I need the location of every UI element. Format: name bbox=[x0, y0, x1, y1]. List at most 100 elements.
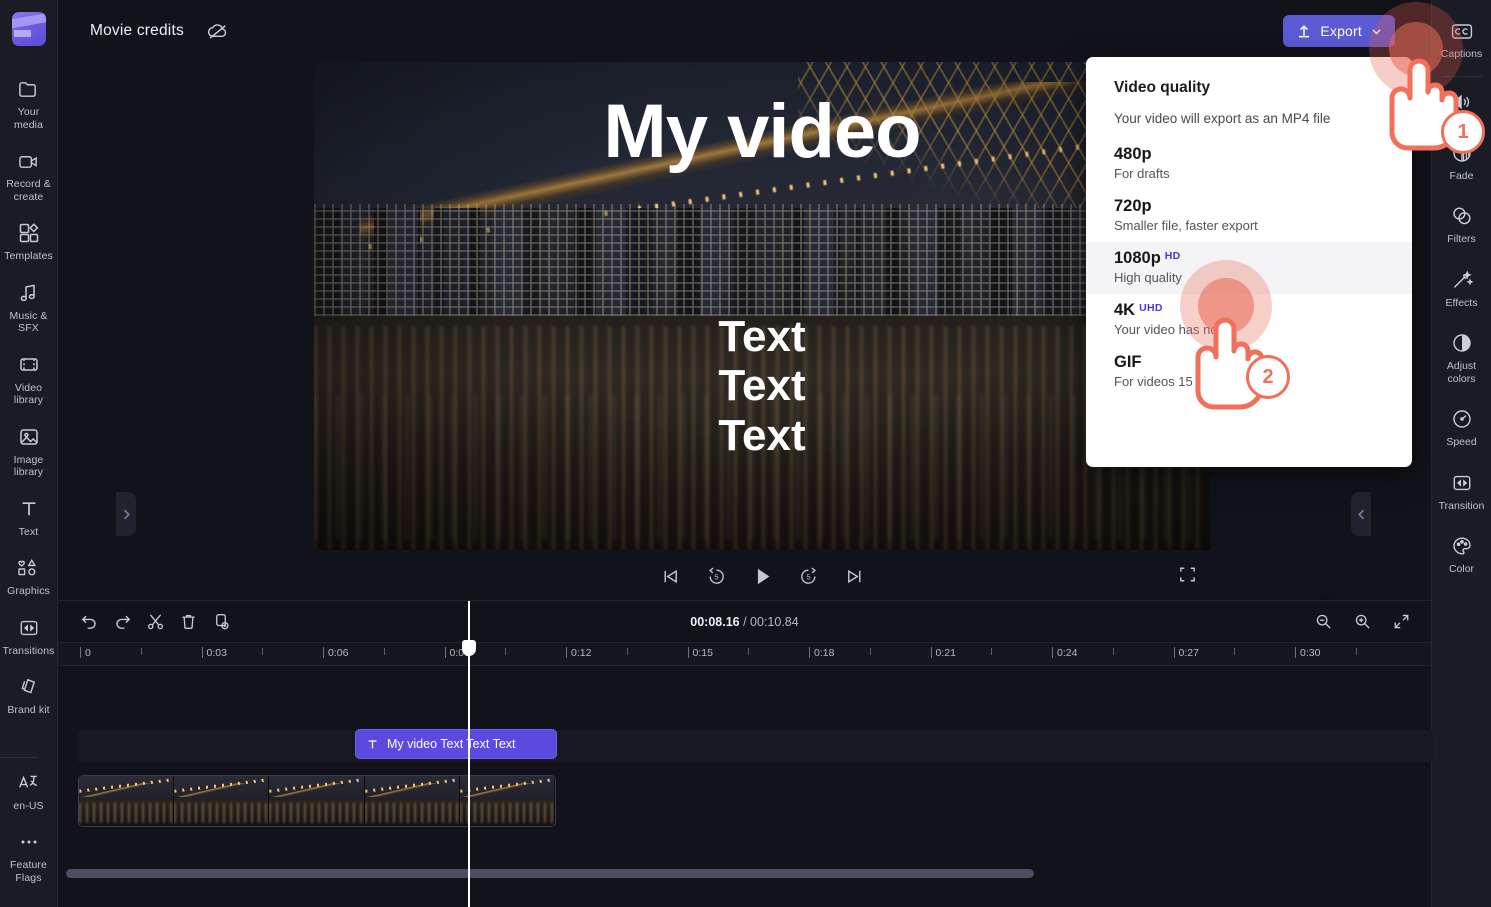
right-item-label: Transition bbox=[1438, 499, 1485, 512]
overlay-title-text[interactable]: My video bbox=[314, 92, 1210, 172]
clipchamp-editor: Your media Record & create Templates Mus… bbox=[0, 0, 1491, 907]
export-option-description: Your video has no 4 bbox=[1114, 322, 1229, 337]
right-item-label: Speed bbox=[1446, 436, 1477, 448]
sidebar-item-templates[interactable]: Templates bbox=[0, 212, 57, 272]
timeline-horizontal-scrollbar[interactable] bbox=[66, 869, 1034, 878]
ruler-tick-label: 0:03 bbox=[206, 647, 227, 659]
right-item-filters[interactable]: Filters bbox=[1432, 193, 1491, 257]
play-button[interactable] bbox=[748, 562, 776, 590]
left-sidebar-items: Your media Record & create Templates Mus… bbox=[0, 68, 57, 747]
project-title[interactable]: Movie credits bbox=[90, 22, 184, 40]
fullscreen-button[interactable] bbox=[1173, 560, 1201, 588]
time-display: 00:08.16 / 00:10.84 bbox=[58, 615, 1431, 629]
rewind-5-icon[interactable]: 5 bbox=[702, 562, 730, 590]
clipchamp-logo-icon[interactable] bbox=[11, 12, 46, 46]
language-icon bbox=[16, 771, 42, 795]
skip-to-start-icon[interactable] bbox=[656, 562, 684, 590]
time-separator: / bbox=[739, 614, 751, 629]
timeline-clip-text[interactable]: My video Text Text Text bbox=[355, 729, 557, 759]
ruler-tick-label: 0:30 bbox=[1300, 647, 1321, 659]
collapse-left-panel-button[interactable] bbox=[116, 492, 136, 536]
export-option-label: 4K bbox=[1114, 301, 1136, 319]
divider bbox=[1441, 75, 1482, 77]
ruler-tick-label: 0:06 bbox=[328, 647, 349, 659]
right-item-adjust-colors[interactable]: Adjust colors bbox=[1432, 320, 1491, 396]
export-option-gif[interactable]: GIF For videos 15 seconds or less bbox=[1086, 346, 1412, 398]
palette-icon bbox=[1449, 534, 1475, 558]
sidebar-item-graphics[interactable]: Graphics bbox=[0, 547, 57, 607]
current-time: 00:08.16 bbox=[690, 614, 740, 629]
sidebar-item-feature-flags[interactable]: Feature Flags bbox=[0, 821, 57, 893]
sidebar-item-brand-kit[interactable]: Brand kit bbox=[0, 666, 57, 726]
sidebar-item-transitions[interactable]: Transitions bbox=[0, 607, 57, 667]
right-item-label: Fade bbox=[1449, 169, 1474, 182]
export-quality-menu: Video quality Your video will export as … bbox=[1086, 57, 1412, 467]
left-sidebar: Your media Record & create Templates Mus… bbox=[0, 0, 58, 907]
split-button[interactable] bbox=[140, 607, 170, 637]
sidebar-item-record-create[interactable]: Record & create bbox=[0, 140, 57, 212]
delete-button[interactable] bbox=[173, 607, 203, 637]
export-option-badge: HD bbox=[1164, 250, 1181, 262]
timeline-ruler[interactable]: 0 0:03 0:06 0:09 0:12 0:15 0:18 0:21 0:24 0:27 0:3… bbox=[58, 642, 1431, 666]
right-item-color[interactable]: Color bbox=[1432, 523, 1491, 587]
sidebar-item-music-sfx[interactable]: Music & SFX bbox=[0, 272, 57, 344]
timeline-panel: 00:08.16 / 00:10.84 0 0:03 0:06 0:09 0:12 0:1… bbox=[58, 600, 1433, 907]
collapse-right-panel-button[interactable] bbox=[1351, 492, 1371, 536]
duplicate-button[interactable] bbox=[206, 607, 236, 637]
right-item-speed[interactable]: Speed bbox=[1432, 396, 1491, 460]
export-option-4k[interactable]: 4K UHD Your video has no 4 bbox=[1086, 294, 1412, 346]
effects-wand-icon bbox=[1449, 268, 1475, 292]
ruler-tick-label: 0 bbox=[85, 647, 91, 659]
right-item-effects[interactable]: Effects bbox=[1432, 257, 1491, 321]
chevron-right-icon bbox=[123, 509, 130, 519]
forward-5-icon[interactable]: 5 bbox=[794, 562, 822, 590]
ruler-tick-label: 0:18 bbox=[814, 647, 835, 659]
clip-thumbnail bbox=[459, 776, 555, 826]
undo-button[interactable] bbox=[74, 607, 104, 637]
sidebar-item-text[interactable]: Text bbox=[0, 488, 57, 548]
sidebar-item-label: Image library bbox=[13, 453, 44, 479]
sidebar-item-label: Brand kit bbox=[7, 704, 50, 716]
menu-options: 480p For drafts 720p Smaller file, faster e… bbox=[1086, 138, 1412, 398]
timeline-toolbar: 00:08.16 / 00:10.84 bbox=[58, 601, 1431, 642]
right-item-volume[interactable] bbox=[1432, 79, 1491, 130]
overlay-line: Text bbox=[718, 361, 806, 411]
right-item-fade[interactable]: Fade bbox=[1432, 130, 1491, 194]
timeline-tracks: My video Text Text Text bbox=[58, 666, 1433, 884]
cc-icon bbox=[1449, 19, 1475, 43]
divider bbox=[0, 756, 38, 758]
cloud-off-icon[interactable] bbox=[206, 21, 230, 41]
video-camera-icon bbox=[16, 149, 42, 173]
ruler-tick-label: 0:12 bbox=[571, 647, 592, 659]
redo-button[interactable] bbox=[107, 607, 137, 637]
video-preview[interactable]: My video Text Text Text bbox=[314, 62, 1210, 550]
sidebar-item-language[interactable]: en-US bbox=[0, 762, 57, 822]
sidebar-item-image-library[interactable]: Image library bbox=[0, 416, 57, 488]
sidebar-item-label: Your media bbox=[13, 106, 44, 131]
timeline-clip-video[interactable] bbox=[78, 775, 556, 827]
export-option-720p[interactable]: 720p Smaller file, faster export bbox=[1086, 190, 1412, 242]
left-sidebar-bottom: en-US Feature Flags bbox=[0, 747, 57, 907]
export-button[interactable]: Export bbox=[1283, 15, 1395, 47]
sidebar-item-label: Music & SFX bbox=[9, 309, 48, 335]
skip-to-end-icon[interactable] bbox=[840, 562, 868, 590]
sidebar-item-label: Record & create bbox=[6, 178, 51, 203]
sidebar-item-label: Transitions bbox=[2, 644, 55, 657]
music-note-icon bbox=[16, 281, 42, 305]
sidebar-item-your-media[interactable]: Your media bbox=[0, 68, 57, 140]
timeline-playhead[interactable] bbox=[462, 601, 476, 907]
right-item-transition[interactable]: Transition bbox=[1432, 460, 1491, 524]
right-item-captions[interactable]: Captions bbox=[1432, 8, 1491, 72]
zoom-out-button[interactable] bbox=[1308, 607, 1338, 637]
zoom-in-button[interactable] bbox=[1347, 607, 1377, 637]
ruler-tick-label: 0:15 bbox=[692, 647, 713, 659]
overlay-body-text[interactable]: Text Text Text bbox=[314, 312, 1210, 460]
fit-to-screen-button[interactable] bbox=[1386, 607, 1416, 637]
sidebar-item-video-library[interactable]: Video library bbox=[0, 344, 57, 416]
image-icon bbox=[16, 425, 42, 449]
export-option-1080p[interactable]: 1080p HD High quality bbox=[1086, 242, 1412, 294]
overlay-line: Text bbox=[718, 312, 806, 361]
transition-icon bbox=[1449, 471, 1475, 495]
clip-thumbnail bbox=[269, 776, 365, 826]
export-option-480p[interactable]: 480p For drafts bbox=[1086, 138, 1412, 190]
